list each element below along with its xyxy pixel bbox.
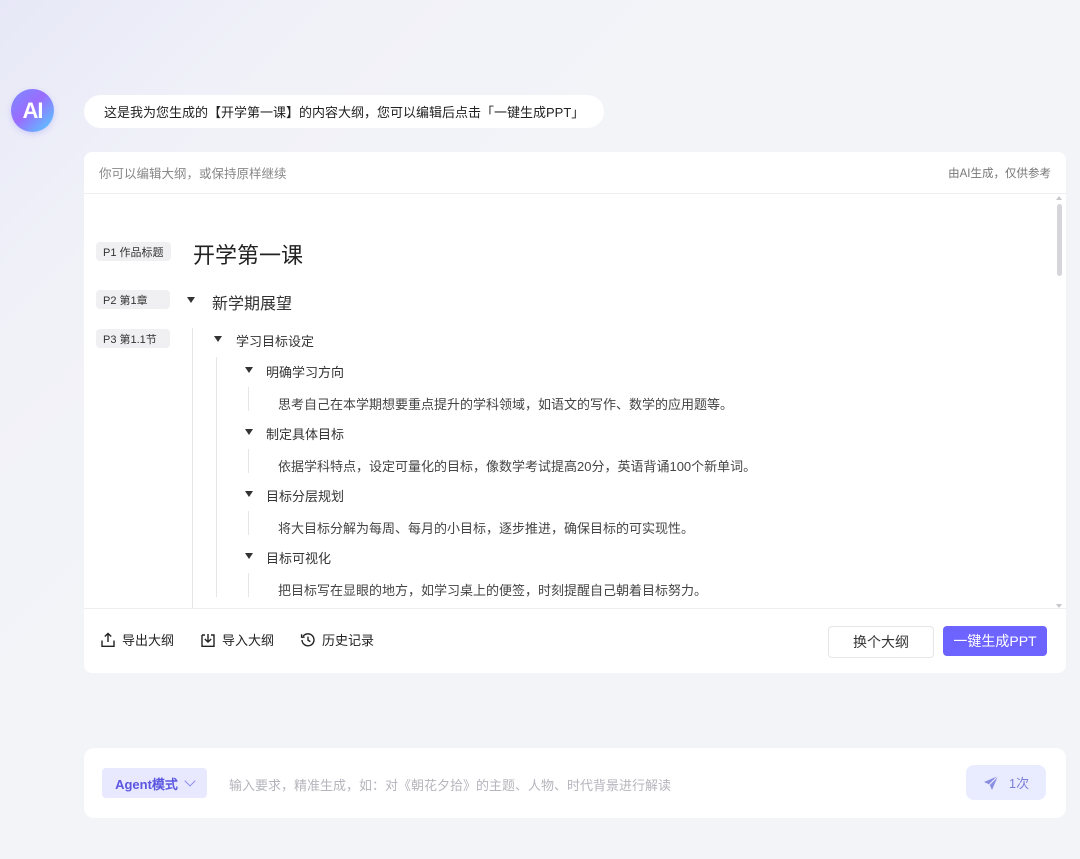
item-heading[interactable]: 目标分层规划 [266,486,344,505]
item-heading[interactable]: 明确学习方向 [266,362,344,381]
history-label: 历史记录 [322,633,375,648]
section-page-tag: P3 第1.1节 [96,329,170,348]
chapter-guide-line [192,328,193,608]
section-guide-line [216,357,217,597]
section-collapse-icon[interactable] [214,336,222,342]
assistant-message: 这是我为您生成的【开学第一课】的内容大纲，您可以编辑后点击「一键生成PPT」 [84,95,605,128]
ai-avatar-label: AI [22,97,44,123]
export-outline-label: 导出大纲 [122,633,175,648]
prompt-input-bar: Agent模式 输入要求，精准生成，如：对《朝花夕拾》的主题、人物、时代背景进行… [84,748,1066,818]
import-outline-button[interactable]: 导入大纲 [200,630,274,649]
assistant-message-text: 这是我为您生成的【开学第一课】的内容大纲，您可以编辑后点击「一键生成PPT」 [104,105,585,120]
chapter-title[interactable]: 新学期展望 [212,290,292,314]
send-button[interactable]: 1次 [966,765,1046,800]
send-count: 1次 [1008,776,1030,791]
outline-card-header: 你可以编辑大纲，或保持原样继续 由AI生成，仅供参考 [84,152,1066,194]
outline-editor[interactable]: P1 作品标题 开学第一课 P2 第1章 新学期展望 P3 第1.1节 学习目标… [84,194,1066,608]
item-collapse-icon[interactable] [245,429,253,435]
item-detail[interactable]: 依据学科特点，设定可量化的目标，像数学考试提高20分，英语背诵100个新单词。 [278,456,756,475]
item-detail[interactable]: 把目标写在显眼的地方，如学习桌上的便签，时刻提醒自己朝着目标努力。 [278,580,707,599]
item-collapse-icon[interactable] [245,491,253,497]
ai-disclaimer: 由AI生成，仅供参考 [948,167,1051,180]
item-guide-line [248,449,249,473]
outline-card: 你可以编辑大纲，或保持原样继续 由AI生成，仅供参考 P1 作品标题 开学第一课… [84,152,1066,673]
scroll-up-arrow-icon[interactable] [1056,196,1062,200]
export-outline-button[interactable]: 导出大纲 [100,630,174,649]
agent-mode-label: Agent模式 [115,776,178,792]
history-icon [300,632,315,646]
prompt-input[interactable]: 输入要求，精准生成，如：对《朝花夕拾》的主题、人物、时代背景进行解读 [229,775,671,794]
history-button[interactable]: 历史记录 [300,630,374,649]
title-page-tag: P1 作品标题 [96,242,171,261]
ai-avatar: AI [11,89,54,132]
item-detail[interactable]: 思考自己在本学期想要重点提升的学科领域，如语文的写作、数学的应用题等。 [278,394,733,413]
item-guide-line [248,511,249,535]
item-guide-line [248,573,249,597]
edit-hint: 你可以编辑大纲，或保持原样继续 [99,167,287,181]
chapter-collapse-icon[interactable] [187,297,195,303]
generate-ppt-button[interactable]: 一键生成PPT [943,626,1047,656]
import-outline-label: 导入大纲 [222,633,275,648]
export-icon [101,632,115,647]
outline-scrollbar[interactable] [1056,196,1062,608]
item-collapse-icon[interactable] [245,553,253,559]
item-guide-line [248,387,249,411]
item-detail[interactable]: 将大目标分解为每周、每月的小目标，逐步推进，确保目标的可实现性。 [278,518,694,537]
section-title[interactable]: 学习目标设定 [236,331,314,350]
import-icon [201,633,215,647]
item-heading[interactable]: 目标可视化 [266,548,331,567]
agent-mode-select[interactable]: Agent模式 [102,768,207,798]
item-collapse-icon[interactable] [245,367,253,373]
send-icon [983,775,999,790]
outline-title[interactable]: 开学第一课 [193,238,303,270]
scroll-thumb[interactable] [1057,204,1062,276]
chevron-down-icon [184,775,196,787]
switch-outline-button[interactable]: 换个大纲 [828,626,934,658]
item-heading[interactable]: 制定具体目标 [266,424,344,443]
chapter-page-tag: P2 第1章 [96,290,170,309]
